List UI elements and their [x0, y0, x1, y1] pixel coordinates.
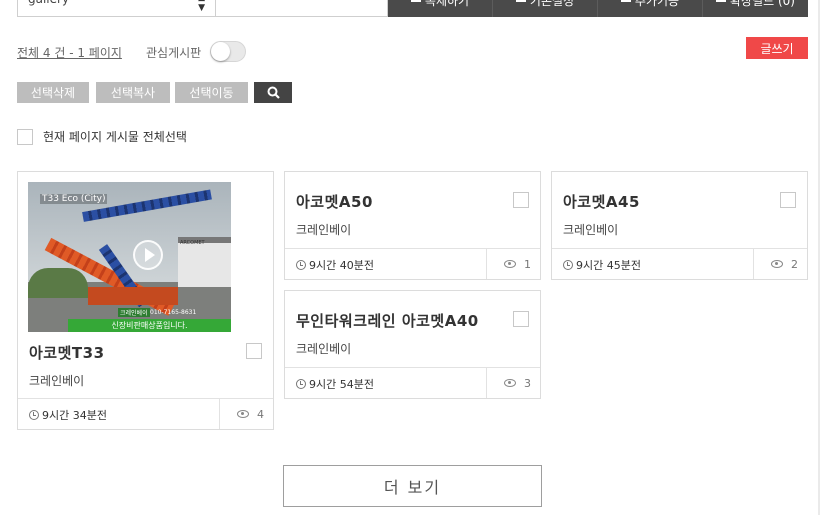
basic-settings-button[interactable]: 기존설정 — [493, 0, 598, 17]
gallery-card[interactable]: 무인타워크레인 아코멧A40 크레인베이 9시간 54분전 3 — [284, 290, 541, 399]
post-time-text: 9시간 54분전 — [309, 378, 374, 391]
extra-functions-label: 추가기능 — [634, 0, 680, 8]
post-time: 9시간 40분전 — [296, 257, 374, 273]
post-time-text: 9시간 40분전 — [309, 259, 374, 272]
eye-icon — [237, 410, 249, 418]
play-icon[interactable] — [133, 240, 163, 270]
toggle-knob — [211, 42, 230, 61]
extra-functions-button[interactable]: 추가기능 — [598, 0, 703, 17]
settings-icon — [515, 0, 526, 2]
load-more-button[interactable]: 더 보기 — [283, 465, 542, 507]
select-all-checkbox[interactable] — [17, 129, 33, 145]
post-views: 3 — [486, 368, 540, 398]
post-time-text: 9시간 34분전 — [42, 409, 107, 422]
post-thumbnail[interactable]: T33 Eco (City) ARCOMET 크레인베이 010-7165-86… — [28, 182, 231, 332]
delete-selected-button[interactable]: 선택삭제 — [17, 82, 89, 103]
updown-caret-icon: ▲▼ — [198, 0, 205, 13]
post-title[interactable]: 아코멧A50 — [296, 191, 373, 212]
thumbnail-watermark: T33 Eco (City) — [40, 194, 108, 204]
search-icon — [267, 86, 280, 99]
post-author: 크레인베이 — [296, 342, 352, 356]
list-icon — [620, 0, 631, 2]
post-views-count: 3 — [524, 376, 531, 390]
post-title[interactable]: 아코멧T33 — [29, 342, 105, 363]
post-views-count: 2 — [791, 257, 798, 271]
move-selected-button[interactable]: 선택이동 — [175, 82, 248, 103]
eye-icon — [504, 260, 516, 268]
clock-icon — [296, 260, 306, 270]
write-button[interactable]: 글쓰기 — [746, 37, 808, 59]
thumbnail-phone: 010-7165-8631 — [150, 309, 197, 316]
post-views-count: 1 — [524, 257, 531, 271]
category-select[interactable]: gallery ▲▼ — [17, 0, 216, 17]
post-footer: 9시간 40분전 1 — [285, 248, 540, 279]
post-footer: 9시간 34분전 4 — [18, 398, 273, 429]
post-time-text: 9시간 45분전 — [576, 259, 641, 272]
post-author: 크레인베이 — [29, 374, 85, 388]
post-time: 9시간 45분전 — [563, 257, 641, 273]
post-views: 2 — [753, 249, 807, 279]
extended-fields-button[interactable]: 확장필드 (0) — [703, 0, 808, 17]
copy-button[interactable]: 목제하기 — [388, 0, 493, 17]
category-select-value: gallery — [28, 0, 69, 6]
gallery-card[interactable]: 아코멧A45 크레인베이 9시간 45분전 2 — [551, 171, 808, 280]
post-views: 4 — [219, 399, 273, 429]
post-views: 1 — [486, 249, 540, 279]
eye-icon — [771, 260, 783, 268]
thumbnail-brand: ARCOMET — [180, 240, 205, 246]
post-title[interactable]: 무인타워크레인 아코멧A40 — [296, 310, 479, 331]
admin-button-bar: 목제하기 기존설정 추가기능 확장필드 (0) — [388, 0, 808, 17]
clock-icon — [563, 260, 573, 270]
thumbnail-ribbon: 신장비판매상품입니다. — [68, 319, 231, 332]
clock-icon — [29, 410, 39, 420]
post-checkbox[interactable] — [513, 311, 529, 327]
post-footer: 9시간 45분전 2 — [552, 248, 807, 279]
post-time: 9시간 54분전 — [296, 376, 374, 392]
basic-settings-label: 기존설정 — [529, 0, 575, 8]
post-time: 9시간 34분전 — [29, 407, 107, 423]
copy-button-label: 목제하기 — [424, 0, 470, 8]
search-button[interactable] — [254, 82, 292, 103]
extended-fields-label: 확장필드 (0) — [730, 0, 795, 8]
top-toolbar: gallery ▲▼ 목제하기 기존설정 추가기능 확장필드 (0) — [0, 0, 820, 18]
favorite-board-toggle[interactable] — [210, 41, 246, 62]
favorite-board-label: 관심게시판 — [146, 46, 202, 60]
post-author: 크레인베이 — [296, 223, 352, 237]
plus-square-icon — [716, 0, 726, 2]
post-count-link[interactable]: 전체 4 건 - 1 페이지 — [17, 44, 122, 61]
search-input[interactable] — [216, 0, 388, 17]
gallery-card[interactable]: T33 Eco (City) ARCOMET 크레인베이 010-7165-86… — [17, 171, 274, 430]
gallery-card[interactable]: 아코멧A50 크레인베이 9시간 40분전 1 — [284, 171, 541, 280]
post-footer: 9시간 54분전 3 — [285, 367, 540, 398]
post-views-count: 4 — [257, 407, 264, 421]
copy-selected-button[interactable]: 선택복사 — [96, 82, 170, 103]
select-all-label: 현재 페이지 게시물 전체선택 — [43, 130, 187, 144]
eye-icon — [504, 379, 516, 387]
post-checkbox[interactable] — [513, 192, 529, 208]
post-checkbox[interactable] — [246, 343, 262, 359]
post-title[interactable]: 아코멧A45 — [563, 191, 640, 212]
clock-icon — [296, 379, 306, 389]
post-checkbox[interactable] — [780, 192, 796, 208]
post-author: 크레인베이 — [563, 223, 619, 237]
thumbnail-label: 크레인베이 — [118, 308, 150, 317]
copy-icon — [410, 0, 421, 2]
